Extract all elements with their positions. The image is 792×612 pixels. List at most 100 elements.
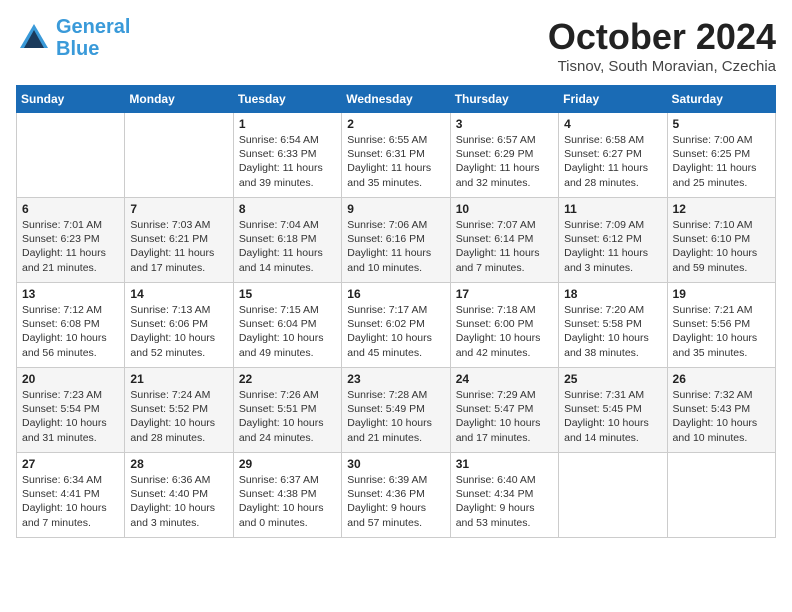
day-info: Sunrise: 7:18 AM Sunset: 6:00 PM Dayligh… bbox=[456, 303, 553, 360]
day-number: 7 bbox=[130, 202, 227, 216]
calendar-cell: 17 Sunrise: 7:18 AM Sunset: 6:00 PM Dayli… bbox=[450, 283, 558, 368]
calendar-cell bbox=[559, 453, 667, 538]
day-number: 30 bbox=[347, 457, 444, 471]
calendar-cell: 27 Sunrise: 6:34 AM Sunset: 4:41 PM Dayli… bbox=[17, 453, 125, 538]
day-number: 22 bbox=[239, 372, 336, 386]
day-info: Sunrise: 7:24 AM Sunset: 5:52 PM Dayligh… bbox=[130, 388, 227, 445]
day-info: Sunrise: 7:26 AM Sunset: 5:51 PM Dayligh… bbox=[239, 388, 336, 445]
day-number: 15 bbox=[239, 287, 336, 301]
day-number: 24 bbox=[456, 372, 553, 386]
weekday-header: Thursday bbox=[450, 86, 558, 113]
calendar-cell: 23Sunrise: 7:28 AM Sunset: 5:49 PM Dayli… bbox=[342, 368, 450, 453]
calendar-cell: 12Sunrise: 7:10 AM Sunset: 6:10 PM Dayli… bbox=[667, 198, 775, 283]
calendar-week-row: 13Sunrise: 7:12 AM Sunset: 6:08 PM Dayli… bbox=[17, 283, 776, 368]
day-number: 2 bbox=[347, 117, 444, 131]
day-number: 8 bbox=[239, 202, 336, 216]
day-number: 13 bbox=[22, 287, 119, 301]
day-number: 10 bbox=[456, 202, 553, 216]
calendar-cell: 3Sunrise: 6:57 AM Sunset: 6:29 PM Daylig… bbox=[450, 113, 558, 198]
day-info: Sunrise: 7:01 AM Sunset: 6:23 PM Dayligh… bbox=[22, 218, 119, 275]
day-number: 6 bbox=[22, 202, 119, 216]
month-title: October 2024 bbox=[548, 16, 776, 58]
day-info: Sunrise: 7:20 AM Sunset: 5:58 PM Dayligh… bbox=[564, 303, 661, 360]
calendar-cell: 14 Sunrise: 7:13 AM Sunset: 6:06 PM Dayli… bbox=[125, 283, 233, 368]
day-number: 5 bbox=[673, 117, 770, 131]
day-number: 27 bbox=[22, 457, 119, 471]
day-info: Sunrise: 7:09 AM Sunset: 6:12 PM Dayligh… bbox=[564, 218, 661, 275]
calendar-week-row: 20Sunrise: 7:23 AM Sunset: 5:54 PM Dayli… bbox=[17, 368, 776, 453]
day-info: Sunrise: 7:17 AM Sunset: 6:02 PM Dayligh… bbox=[347, 303, 444, 360]
day-info: Sunrise: 7:13 AM Sunset: 6:06 PM Dayligh… bbox=[130, 303, 227, 360]
day-info: Sunrise: 7:07 AM Sunset: 6:14 PM Dayligh… bbox=[456, 218, 553, 275]
day-number: 29 bbox=[239, 457, 336, 471]
calendar-cell: 20Sunrise: 7:23 AM Sunset: 5:54 PM Dayli… bbox=[17, 368, 125, 453]
calendar-cell: 31 Sunrise: 6:40 AM Sunset: 4:34 PM Dayli… bbox=[450, 453, 558, 538]
day-number: 20 bbox=[22, 372, 119, 386]
calendar-cell: 21Sunrise: 7:24 AM Sunset: 5:52 PM Dayli… bbox=[125, 368, 233, 453]
title-block: October 2024 Tisnov, South Moravian, Cze… bbox=[548, 16, 776, 75]
calendar-cell: 15 Sunrise: 7:15 AM Sunset: 6:04 PM Dayli… bbox=[233, 283, 341, 368]
calendar-cell: 9Sunrise: 7:06 AM Sunset: 6:16 PM Daylig… bbox=[342, 198, 450, 283]
day-info: Sunrise: 6:39 AM Sunset: 4:36 PM Dayligh… bbox=[347, 473, 444, 530]
calendar-cell: 7 Sunrise: 7:03 AM Sunset: 6:21 PM Daylig… bbox=[125, 198, 233, 283]
day-number: 14 bbox=[130, 287, 227, 301]
day-number: 1 bbox=[239, 117, 336, 131]
calendar-cell: 10 Sunrise: 7:07 AM Sunset: 6:14 PM Dayli… bbox=[450, 198, 558, 283]
day-number: 19 bbox=[673, 287, 770, 301]
calendar-week-row: 27 Sunrise: 6:34 AM Sunset: 4:41 PM Dayli… bbox=[17, 453, 776, 538]
day-info: Sunrise: 6:57 AM Sunset: 6:29 PM Dayligh… bbox=[456, 133, 553, 190]
day-number: 25 bbox=[564, 372, 661, 386]
day-number: 31 bbox=[456, 457, 553, 471]
day-info: Sunrise: 7:04 AM Sunset: 6:18 PM Dayligh… bbox=[239, 218, 336, 275]
day-number: 16 bbox=[347, 287, 444, 301]
day-number: 18 bbox=[564, 287, 661, 301]
day-info: Sunrise: 7:32 AM Sunset: 5:43 PM Dayligh… bbox=[673, 388, 770, 445]
day-number: 4 bbox=[564, 117, 661, 131]
logo: General Blue bbox=[16, 16, 130, 60]
day-info: Sunrise: 6:58 AM Sunset: 6:27 PM Dayligh… bbox=[564, 133, 661, 190]
calendar-cell bbox=[667, 453, 775, 538]
day-number: 11 bbox=[564, 202, 661, 216]
day-info: Sunrise: 6:37 AM Sunset: 4:38 PM Dayligh… bbox=[239, 473, 336, 530]
calendar-week-row: 1Sunrise: 6:54 AM Sunset: 6:33 PM Daylig… bbox=[17, 113, 776, 198]
calendar-cell: 19 Sunrise: 7:21 AM Sunset: 5:56 PM Dayli… bbox=[667, 283, 775, 368]
calendar-cell: 22 Sunrise: 7:26 AM Sunset: 5:51 PM Dayli… bbox=[233, 368, 341, 453]
calendar-cell: 6 Sunrise: 7:01 AM Sunset: 6:23 PM Daylig… bbox=[17, 198, 125, 283]
calendar-table: SundayMondayTuesdayWednesdayThursdayFrid… bbox=[16, 85, 776, 538]
calendar-cell: 1Sunrise: 6:54 AM Sunset: 6:33 PM Daylig… bbox=[233, 113, 341, 198]
day-info: Sunrise: 7:29 AM Sunset: 5:47 PM Dayligh… bbox=[456, 388, 553, 445]
weekday-header: Saturday bbox=[667, 86, 775, 113]
calendar-week-row: 6 Sunrise: 7:01 AM Sunset: 6:23 PM Daylig… bbox=[17, 198, 776, 283]
location: Tisnov, South Moravian, Czechia bbox=[548, 58, 776, 75]
calendar-cell: 26 Sunrise: 7:32 AM Sunset: 5:43 PM Dayli… bbox=[667, 368, 775, 453]
weekday-header-row: SundayMondayTuesdayWednesdayThursdayFrid… bbox=[17, 86, 776, 113]
day-number: 17 bbox=[456, 287, 553, 301]
calendar-cell: 11 Sunrise: 7:09 AM Sunset: 6:12 PM Dayli… bbox=[559, 198, 667, 283]
day-info: Sunrise: 6:40 AM Sunset: 4:34 PM Dayligh… bbox=[456, 473, 553, 530]
calendar-cell: 25Sunrise: 7:31 AM Sunset: 5:45 PM Dayli… bbox=[559, 368, 667, 453]
day-info: Sunrise: 7:03 AM Sunset: 6:21 PM Dayligh… bbox=[130, 218, 227, 275]
weekday-header: Wednesday bbox=[342, 86, 450, 113]
day-info: Sunrise: 7:10 AM Sunset: 6:10 PM Dayligh… bbox=[673, 218, 770, 275]
calendar-cell: 29 Sunrise: 6:37 AM Sunset: 4:38 PM Dayli… bbox=[233, 453, 341, 538]
day-info: Sunrise: 7:21 AM Sunset: 5:56 PM Dayligh… bbox=[673, 303, 770, 360]
calendar-cell: 5 Sunrise: 7:00 AM Sunset: 6:25 PM Daylig… bbox=[667, 113, 775, 198]
day-info: Sunrise: 7:15 AM Sunset: 6:04 PM Dayligh… bbox=[239, 303, 336, 360]
calendar-cell: 24 Sunrise: 7:29 AM Sunset: 5:47 PM Dayli… bbox=[450, 368, 558, 453]
day-info: Sunrise: 6:34 AM Sunset: 4:41 PM Dayligh… bbox=[22, 473, 119, 530]
day-number: 26 bbox=[673, 372, 770, 386]
weekday-header: Monday bbox=[125, 86, 233, 113]
calendar-cell: 30 Sunrise: 6:39 AM Sunset: 4:36 PM Dayli… bbox=[342, 453, 450, 538]
day-info: Sunrise: 7:00 AM Sunset: 6:25 PM Dayligh… bbox=[673, 133, 770, 190]
logo-icon bbox=[16, 20, 52, 56]
calendar-cell: 2Sunrise: 6:55 AM Sunset: 6:31 PM Daylig… bbox=[342, 113, 450, 198]
weekday-header: Sunday bbox=[17, 86, 125, 113]
weekday-header: Friday bbox=[559, 86, 667, 113]
day-number: 28 bbox=[130, 457, 227, 471]
weekday-header: Tuesday bbox=[233, 86, 341, 113]
day-number: 9 bbox=[347, 202, 444, 216]
calendar-cell: 16 Sunrise: 7:17 AM Sunset: 6:02 PM Dayli… bbox=[342, 283, 450, 368]
calendar-cell: 8 Sunrise: 7:04 AM Sunset: 6:18 PM Daylig… bbox=[233, 198, 341, 283]
day-info: Sunrise: 6:36 AM Sunset: 4:40 PM Dayligh… bbox=[130, 473, 227, 530]
logo-text: General Blue bbox=[56, 16, 130, 60]
